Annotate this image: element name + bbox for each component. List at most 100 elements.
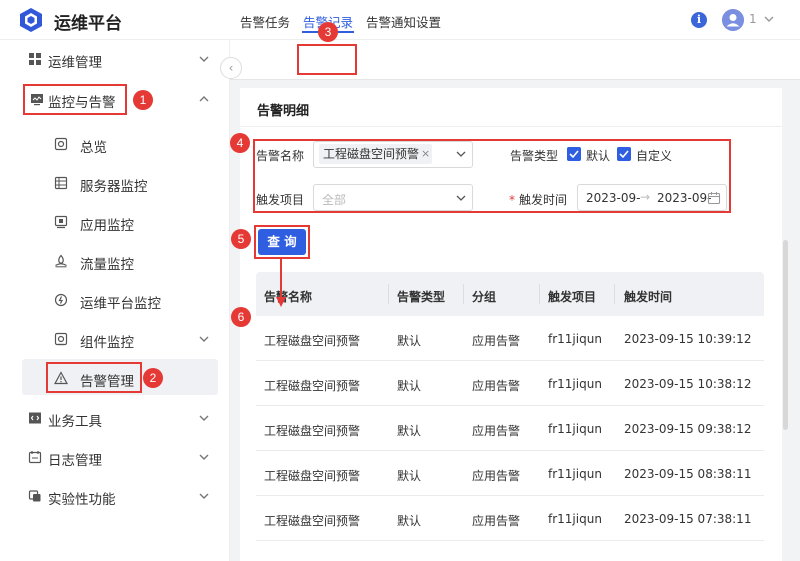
chevron-up-icon (199, 96, 209, 102)
sidebar-item-log-management[interactable]: 日志管理 (0, 438, 230, 476)
annotation-arrow (276, 259, 286, 307)
col-group: 分组 (472, 290, 497, 304)
cell-alert-name: 工程磁盘空间预警 (264, 334, 361, 348)
table-row[interactable]: 工程磁盘空间预警 默认 应用告警 fr11jiqun 2023-09-15 10… (256, 316, 764, 361)
sidebar-item-label: 运维管理 (48, 55, 102, 71)
col-trigger-item: 触发项目 (548, 290, 597, 304)
cell-trigger-item: fr11jiqun (548, 512, 602, 526)
app-logo-icon (20, 8, 42, 32)
cell-trigger-item: fr11jiqun (548, 377, 602, 391)
sidebar-item-experimental[interactable]: 实验性功能 (0, 477, 230, 515)
cell-group: 应用告警 (472, 379, 521, 393)
cell-trigger-time: 2023-09-15 10:39:12 (624, 332, 752, 346)
sidebar-item-app-monitor[interactable]: 应用监控 (0, 203, 230, 241)
sidebar-item-label: 应用监控 (80, 218, 134, 234)
cell-alert-name: 工程磁盘空间预警 (264, 424, 361, 438)
card-divider (240, 126, 782, 127)
info-icon[interactable]: i (691, 12, 707, 28)
traffic-icon (55, 254, 67, 268)
cell-trigger-time: 2023-09-15 07:38:11 (624, 512, 752, 526)
overview-icon (54, 137, 68, 151)
annotation-box-4 (253, 139, 731, 213)
sidebar-item-business-tools[interactable]: 业务工具 (0, 399, 230, 437)
table-row[interactable]: 工程磁盘空间预警 默认 应用告警 fr11jiqun 2023-09-15 08… (256, 451, 764, 496)
user-count: 1 (749, 12, 757, 26)
cell-alert-name: 工程磁盘空间预警 (264, 469, 361, 483)
annotation-box-2 (46, 362, 142, 393)
cell-trigger-time: 2023-09-15 09:38:12 (624, 422, 752, 436)
chevron-down-icon[interactable] (762, 12, 776, 26)
col-trigger-time: 触发时间 (624, 290, 673, 304)
grid-icon (29, 53, 41, 65)
sidebar-item-label: 总览 (80, 140, 107, 156)
sidebar-item-label: 服务器监控 (80, 179, 148, 195)
chevron-down-icon (199, 336, 209, 342)
cell-group: 应用告警 (472, 424, 521, 438)
table-row[interactable]: 工程磁盘空间预警 默认 应用告警 fr11jiqun 2023-09-15 10… (256, 361, 764, 406)
component-icon (54, 332, 68, 346)
table-header (256, 272, 764, 316)
cell-group: 应用告警 (472, 334, 521, 348)
cell-alert-type: 默认 (397, 334, 422, 348)
tab-alert-tasks[interactable]: 告警任务 (240, 12, 290, 31)
annotation-number-5: 5 (231, 229, 251, 249)
col-alert-type: 告警类型 (397, 290, 446, 304)
tab-alert-notify-settings[interactable]: 告警通知设置 (366, 12, 441, 31)
cell-trigger-time: 2023-09-15 10:38:12 (624, 377, 752, 391)
cell-alert-type: 默认 (397, 469, 422, 483)
column-divider (539, 284, 540, 304)
annotation-number-3: 3 (318, 22, 338, 42)
cell-alert-name: 工程磁盘空间预警 (264, 514, 361, 528)
sidebar-item-label: 业务工具 (48, 414, 102, 430)
sidebar-item-platform-monitor[interactable]: 运维平台监控 (0, 281, 230, 319)
sidebar-item-label: 组件监控 (80, 335, 134, 351)
annotation-number-1: 1 (133, 90, 153, 110)
annotation-number-6: 6 (231, 307, 251, 327)
cell-alert-name: 工程磁盘空间预警 (264, 379, 361, 393)
sidebar-item-ops-management[interactable]: 运维管理 (0, 40, 230, 78)
cell-trigger-item: fr11jiqun (548, 467, 602, 481)
chevron-down-icon (199, 415, 209, 421)
annotation-box-5 (254, 225, 310, 259)
annotation-number-4: 4 (230, 133, 250, 153)
user-avatar-icon[interactable] (722, 9, 744, 31)
column-divider (463, 284, 464, 304)
cell-group: 应用告警 (472, 514, 521, 528)
power-icon (54, 293, 68, 307)
sidebar-item-traffic-monitor[interactable]: 流量监控 (0, 242, 230, 280)
chevron-down-icon (199, 493, 209, 499)
chevron-down-icon (199, 454, 209, 460)
annotation-box-3 (297, 44, 357, 75)
annotation-box-1 (23, 84, 127, 115)
app-title: 运维平台 (54, 14, 122, 34)
sidebar-item-label: 实验性功能 (48, 492, 116, 508)
sidebar-item-server-monitor[interactable]: 服务器监控 (0, 164, 230, 202)
sidebar-item-overview[interactable]: 总览 (0, 125, 230, 163)
cell-alert-type: 默认 (397, 424, 422, 438)
chevron-down-icon (199, 56, 209, 62)
app-monitor-icon (54, 215, 68, 229)
cell-trigger-time: 2023-09-15 08:38:11 (624, 467, 752, 481)
cell-group: 应用告警 (472, 469, 521, 483)
card-title: 告警明细 (257, 104, 310, 119)
table-row[interactable]: 工程磁盘空间预警 默认 应用告警 fr11jiqun 2023-09-15 09… (256, 406, 764, 451)
code-icon (29, 412, 41, 424)
table-row[interactable]: 工程磁盘空间预警 默认 应用告警 fr11jiqun 2023-09-15 07… (256, 496, 764, 541)
col-alert-name: 告警名称 (264, 290, 313, 304)
experiment-icon (28, 490, 41, 502)
column-divider (614, 284, 615, 304)
sidebar-item-component-monitor[interactable]: 组件监控 (0, 320, 230, 358)
cell-alert-type: 默认 (397, 379, 422, 393)
sidebar-item-label: 日志管理 (48, 453, 102, 469)
sidebar-collapse-button[interactable]: ‹ (220, 57, 242, 79)
vertical-scrollbar[interactable] (783, 240, 788, 430)
cell-trigger-item: fr11jiqun (548, 332, 602, 346)
server-icon (54, 176, 68, 190)
cell-alert-type: 默认 (397, 514, 422, 528)
sidebar-item-label: 运维平台监控 (80, 296, 161, 312)
cell-trigger-item: fr11jiqun (548, 422, 602, 436)
sidebar-item-label: 流量监控 (80, 257, 134, 273)
calendar-icon (28, 451, 42, 464)
annotation-number-2: 2 (143, 368, 163, 388)
column-divider (388, 284, 389, 304)
